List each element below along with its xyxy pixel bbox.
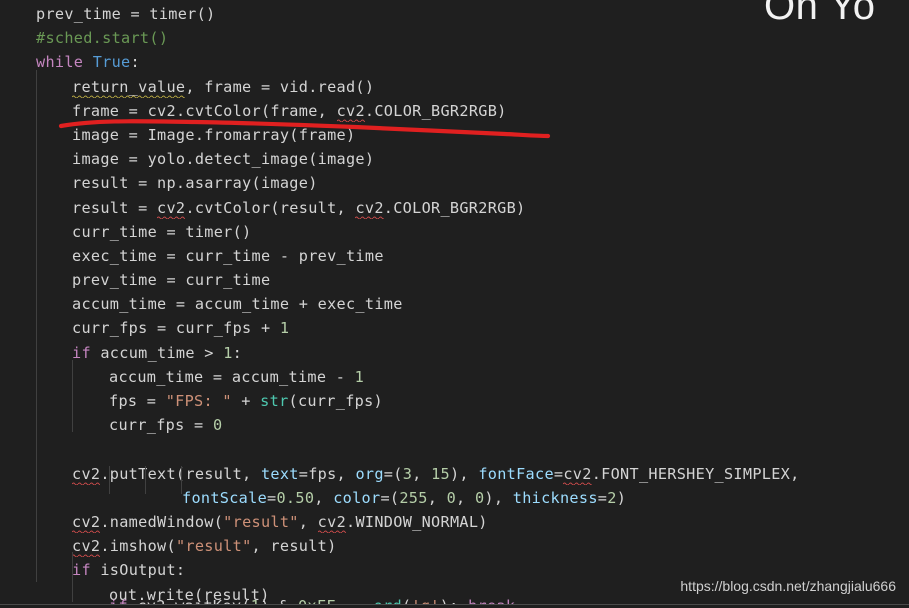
code-line[interactable]: exec_time = curr_time - prev_time <box>0 244 909 268</box>
code-line[interactable]: prev_time = curr_time <box>0 268 909 292</box>
code-line[interactable]: prev_time = timer() <box>0 2 909 26</box>
code-line-blank[interactable] <box>0 437 909 461</box>
code-line[interactable]: fontScale=0.50, color=(255, 0, 0), thick… <box>0 486 909 510</box>
code-text-area[interactable]: prev_time = timer() #sched.start() while… <box>0 0 909 604</box>
code-line[interactable]: cv2.imshow("result", result) <box>0 534 909 558</box>
code-line[interactable]: if accum_time > 1: <box>0 341 909 365</box>
bottom-divider <box>0 604 909 605</box>
code-line[interactable]: result = cv2.cvtColor(result, cv2.COLOR_… <box>0 196 909 220</box>
code-line[interactable]: while True: <box>0 50 909 74</box>
code-line[interactable]: image = Image.fromarray(frame) <box>0 123 909 147</box>
code-line[interactable]: curr_fps = curr_fps + 1 <box>0 316 909 340</box>
code-line[interactable]: accum_time = accum_time + exec_time <box>0 292 909 316</box>
code-line-clipped: if cv2.waitKey(1) & 0xFF == ord('q'): br… <box>0 595 909 604</box>
code-line[interactable]: curr_time = timer() <box>0 220 909 244</box>
code-line[interactable]: accum_time = accum_time - 1 <box>0 365 909 389</box>
code-line[interactable]: result = np.asarray(image) <box>0 171 909 195</box>
code-line[interactable]: if isOutput: <box>0 558 909 582</box>
code-line[interactable]: cv2.namedWindow("result", cv2.WINDOW_NOR… <box>0 510 909 534</box>
code-line[interactable]: cv2.putText(result, text=fps, org=(3, 15… <box>0 462 909 486</box>
code-line[interactable]: curr_fps = 0 <box>0 413 909 437</box>
code-line[interactable]: return_value, frame = vid.read() <box>0 75 909 99</box>
code-line[interactable]: fps = "FPS: " + str(curr_fps) <box>0 389 909 413</box>
code-line[interactable]: image = yolo.detect_image(image) <box>0 147 909 171</box>
code-line[interactable]: frame = cv2.cvtColor(frame, cv2.COLOR_BG… <box>0 99 909 123</box>
code-editor-viewport: prev_time = timer() #sched.start() while… <box>0 0 909 608</box>
code-line[interactable]: #sched.start() <box>0 26 909 50</box>
